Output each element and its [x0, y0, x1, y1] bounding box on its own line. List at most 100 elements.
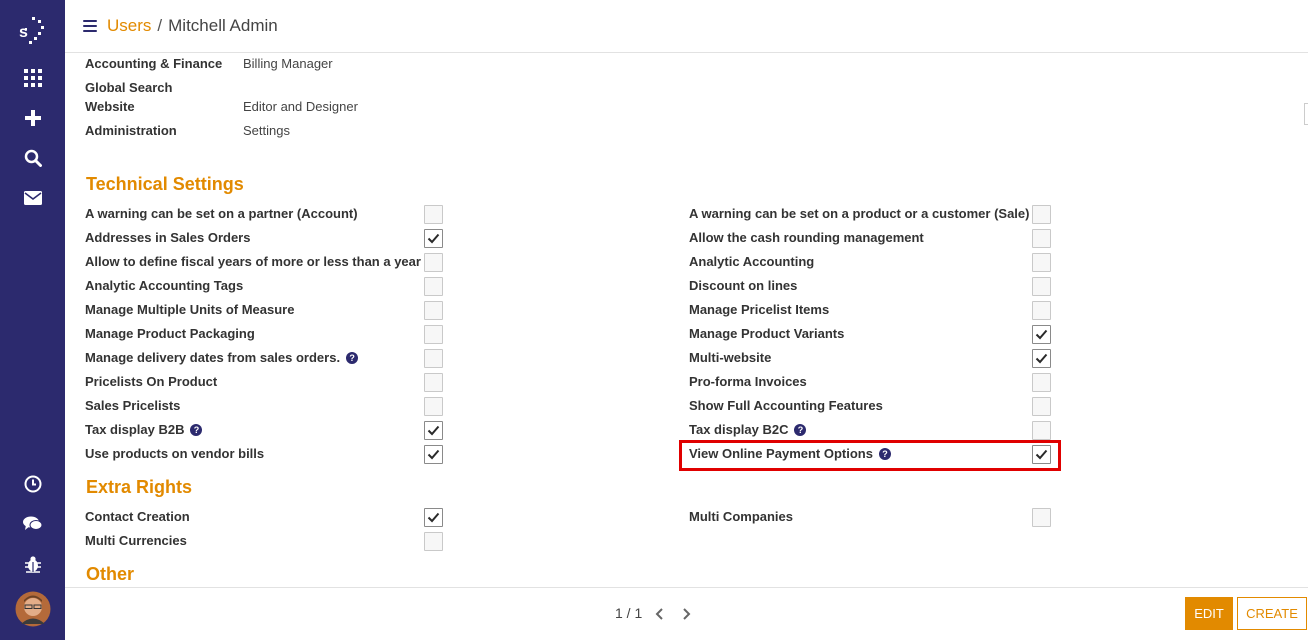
- checkbox-a-warning-can-be-set-on-a-product-or-a-customer-sale[interactable]: [1032, 205, 1051, 224]
- breadcrumb: Users / Mitchell Admin: [107, 16, 278, 36]
- checkbox-pricelists-on-product[interactable]: [424, 373, 443, 392]
- checkbox-multi-currencies[interactable]: [424, 532, 443, 551]
- chevron-left-icon[interactable]: [653, 607, 667, 621]
- checkbox-show-full-accounting-features[interactable]: [1032, 397, 1051, 416]
- setting-label-text: Tax display B2C: [689, 422, 789, 437]
- checkbox-a-warning-can-be-set-on-a-partner-account[interactable]: [424, 205, 443, 224]
- setting-label-text: Multi-website: [689, 350, 772, 365]
- checkmark-icon: [427, 512, 440, 523]
- checkbox-use-products-on-vendor-bills[interactable]: [424, 445, 443, 464]
- setting-label-use-products-on-vendor-bills: Use products on vendor bills: [85, 446, 264, 461]
- checkbox-manage-pricelist-items[interactable]: [1032, 301, 1051, 320]
- breadcrumb-separator: /: [157, 16, 163, 35]
- setting-label-text: Multi Companies: [689, 509, 794, 524]
- logo-icon[interactable]: s: [0, 10, 65, 50]
- apps-icon[interactable]: [0, 67, 65, 89]
- access-value-administration[interactable]: Settings: [243, 123, 290, 138]
- help-icon[interactable]: ?: [794, 424, 807, 436]
- access-value-website[interactable]: Editor and Designer: [243, 99, 358, 114]
- menu-toggle-icon[interactable]: [83, 20, 97, 32]
- setting-label-text: Manage Pricelist Items: [689, 302, 830, 317]
- checkbox-manage-delivery-dates-from-sales-orders[interactable]: [424, 349, 443, 368]
- chat-icon[interactable]: [0, 513, 65, 535]
- setting-label-text: Manage Multiple Units of Measure: [85, 302, 295, 317]
- plus-icon[interactable]: [0, 107, 65, 129]
- checkbox-contact-creation[interactable]: [424, 508, 443, 527]
- pager-value[interactable]: 1 / 1: [615, 605, 642, 621]
- access-label-website: Website: [85, 99, 135, 114]
- checkbox-manage-product-packaging[interactable]: [424, 325, 443, 344]
- edit-button[interactable]: EDIT: [1185, 597, 1233, 630]
- checkbox-multi-companies[interactable]: [1032, 508, 1051, 527]
- access-value-accounting[interactable]: Billing Manager: [243, 56, 333, 71]
- setting-label-text: Use products on vendor bills: [85, 446, 265, 461]
- setting-label-text: Sales Pricelists: [85, 398, 181, 413]
- section-title-extra-rights: Extra Rights: [86, 477, 193, 497]
- setting-label-text: Analytic Accounting Tags: [85, 278, 244, 293]
- setting-label-text: Pro-forma Invoices: [689, 374, 807, 389]
- setting-label-multi-currencies: Multi Currencies: [85, 533, 187, 548]
- setting-label-text: Show Full Accounting Features: [689, 398, 883, 413]
- setting-label-pricelists-on-product: Pricelists On Product: [85, 374, 217, 389]
- setting-label-text: Multi Currencies: [85, 533, 187, 548]
- help-icon[interactable]: ?: [190, 424, 203, 436]
- checkmark-icon: [1035, 329, 1048, 340]
- bug-icon[interactable]: [0, 553, 65, 575]
- setting-label-manage-multiple-units-of-measure: Manage Multiple Units of Measure: [85, 302, 294, 317]
- setting-label-a-warning-can-be-set-on-a-product-or-a-customer-sale: A warning can be set on a product or a c…: [689, 206, 1029, 221]
- checkbox-addresses-in-sales-orders[interactable]: [424, 229, 443, 248]
- setting-label-manage-product-variants: Manage Product Variants: [689, 326, 844, 341]
- help-icon[interactable]: ?: [346, 352, 359, 364]
- section-title-technical-settings: Technical Settings: [86, 174, 244, 194]
- setting-label-text: Discount on lines: [689, 278, 798, 293]
- access-label-administration: Administration: [85, 123, 177, 138]
- setting-label-text: Pricelists On Product: [85, 374, 218, 389]
- checkmark-icon: [427, 233, 440, 244]
- setting-label-pro-forma-invoices: Pro-forma Invoices: [689, 374, 807, 389]
- setting-label-text: Tax display B2B: [85, 422, 185, 437]
- checkbox-discount-on-lines[interactable]: [1032, 277, 1051, 296]
- checkmark-icon: [1035, 353, 1048, 364]
- checkbox-pro-forma-invoices[interactable]: [1032, 373, 1051, 392]
- control-panel: Users / Mitchell Admin: [65, 0, 1308, 53]
- setting-label-allow-the-cash-rounding-management: Allow the cash rounding management: [689, 230, 924, 245]
- setting-label-allow-to-define-fiscal-years-of-more-or-less-than-a-year: Allow to define fiscal years of more or …: [85, 254, 421, 269]
- search-icon[interactable]: [0, 147, 65, 169]
- checkbox-manage-multiple-units-of-measure[interactable]: [424, 301, 443, 320]
- setting-label-addresses-in-sales-orders: Addresses in Sales Orders: [85, 230, 250, 245]
- setting-label-contact-creation: Contact Creation: [85, 509, 190, 524]
- setting-label-text: Allow the cash rounding management: [689, 230, 924, 245]
- scrollbar-handle[interactable]: [1304, 103, 1308, 125]
- highlight-box: [679, 440, 1061, 471]
- footer-bar: 1 / 1 EDIT CREATE: [65, 587, 1308, 640]
- mail-icon[interactable]: [0, 187, 65, 209]
- checkbox-allow-to-define-fiscal-years-of-more-or-less-than-a-year[interactable]: [424, 253, 443, 272]
- checkbox-allow-the-cash-rounding-management[interactable]: [1032, 229, 1051, 248]
- setting-label-show-full-accounting-features: Show Full Accounting Features: [689, 398, 883, 413]
- setting-label-text: Addresses in Sales Orders: [85, 230, 251, 245]
- checkbox-tax-display-b2c[interactable]: [1032, 421, 1051, 440]
- create-button[interactable]: CREATE: [1237, 597, 1307, 630]
- chevron-right-icon[interactable]: [679, 607, 693, 621]
- checkbox-sales-pricelists[interactable]: [424, 397, 443, 416]
- setting-label-analytic-accounting-tags: Analytic Accounting Tags: [85, 278, 243, 293]
- setting-label-discount-on-lines: Discount on lines: [689, 278, 797, 293]
- checkbox-analytic-accounting[interactable]: [1032, 253, 1051, 272]
- clock-icon[interactable]: [0, 473, 65, 495]
- setting-label-text: Allow to define fiscal years of more or …: [85, 254, 421, 269]
- setting-label-multi-website: Multi-website: [689, 350, 771, 365]
- breadcrumb-users-link[interactable]: Users: [107, 16, 151, 35]
- setting-label-analytic-accounting: Analytic Accounting: [689, 254, 814, 269]
- setting-label-text: Manage delivery dates from sales orders.: [85, 350, 341, 365]
- setting-label-tax-display-b2b: Tax display B2B?: [85, 422, 203, 437]
- checkbox-multi-website[interactable]: [1032, 349, 1051, 368]
- checkbox-tax-display-b2b[interactable]: [424, 421, 443, 440]
- access-label-accounting: Accounting & Finance: [85, 56, 223, 71]
- breadcrumb-current: Mitchell Admin: [168, 16, 278, 35]
- checkbox-analytic-accounting-tags[interactable]: [424, 277, 443, 296]
- setting-label-text: A warning can be set on a product or a c…: [689, 206, 1030, 221]
- form-view: Accounting & Finance Billing Manager Glo…: [65, 53, 1308, 587]
- checkbox-manage-product-variants[interactable]: [1032, 325, 1051, 344]
- setting-label-text: Manage Product Variants: [689, 326, 845, 341]
- avatar[interactable]: [0, 590, 65, 628]
